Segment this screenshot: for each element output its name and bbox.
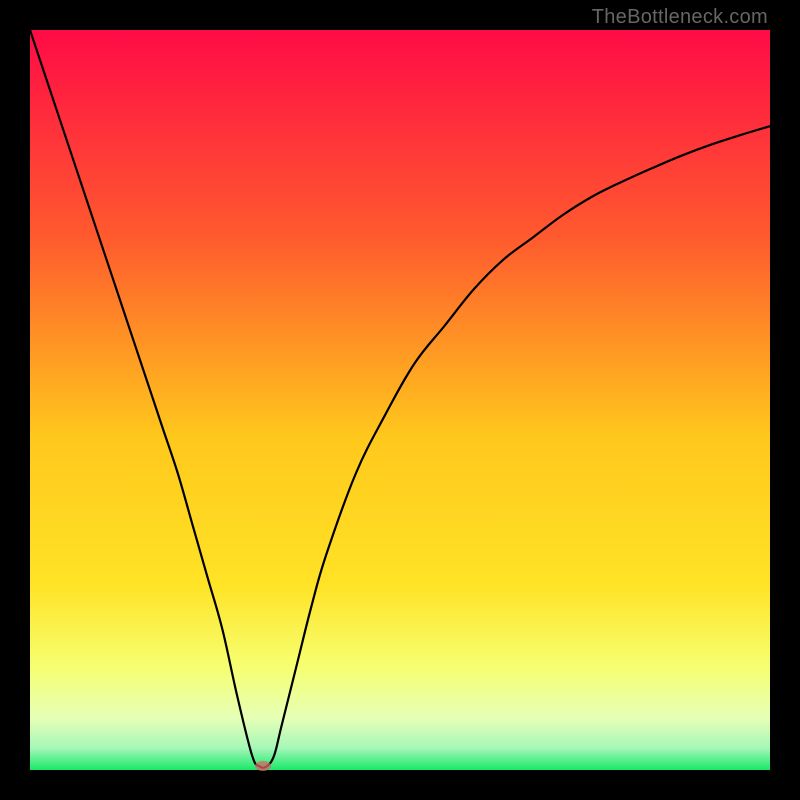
bottleneck-curve	[30, 30, 770, 770]
watermark: TheBottleneck.com	[592, 6, 768, 29]
plot-area	[30, 30, 770, 770]
